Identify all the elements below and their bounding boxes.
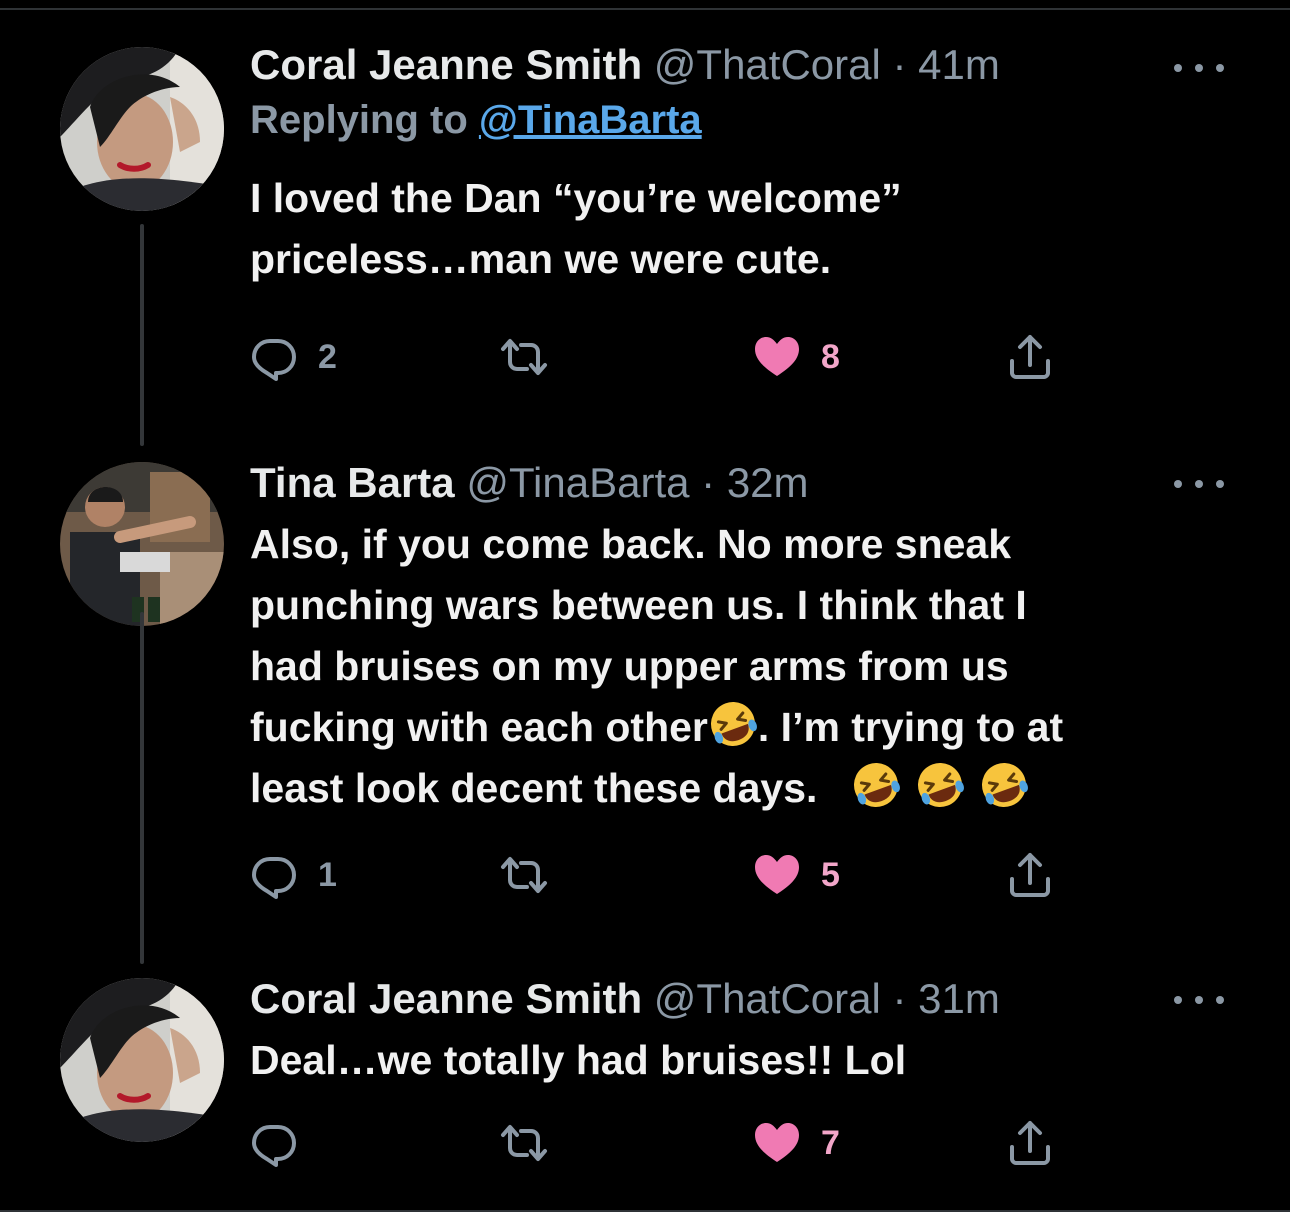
reply-button[interactable]: 1 — [250, 850, 337, 900]
replying-to: Replying to @TinaBarta — [250, 94, 1240, 146]
tweet-actions: 7 — [250, 1118, 1070, 1168]
timestamp[interactable]: 41m — [918, 41, 1000, 88]
tweet-actions: 2 8 — [250, 332, 1070, 382]
heart-icon — [753, 851, 801, 899]
avatar[interactable] — [60, 462, 224, 626]
like-button[interactable]: 7 — [753, 1118, 840, 1168]
user-handle[interactable]: @ThatCoral — [654, 41, 881, 88]
tweet-text-line: I loved the Dan “you’re welcome” — [250, 175, 902, 221]
mention-link[interactable]: @TinaBarta — [479, 98, 702, 142]
rolling-on-floor-laughing-emoji — [851, 760, 901, 810]
tweet-text-segment: least look decent these days. — [250, 765, 818, 811]
share-icon — [1006, 1119, 1054, 1167]
share-button[interactable] — [1006, 850, 1054, 900]
tweet-text: Deal…we totally had bruises!! Lol — [250, 1030, 1240, 1091]
share-button[interactable] — [1006, 332, 1054, 382]
tweet-header: Coral Jeanne Smith @ThatCoral · 41m — [250, 40, 1240, 90]
retweet-button[interactable] — [500, 332, 568, 382]
display-name[interactable]: Tina Barta — [250, 459, 455, 506]
tweet-text-line: Deal…we totally had bruises!! Lol — [250, 1037, 907, 1083]
display-name[interactable]: Coral Jeanne Smith — [250, 975, 642, 1022]
tweet-text-line: had bruises on my upper arms from us — [250, 643, 1009, 689]
reply-button[interactable] — [250, 1118, 318, 1168]
display-name[interactable]: Coral Jeanne Smith — [250, 41, 642, 88]
rolling-on-floor-laughing-emoji — [915, 760, 965, 810]
avatar[interactable] — [60, 47, 224, 211]
tweet-text-line: Also, if you come back. No more sneak — [250, 521, 1012, 567]
avatar[interactable] — [60, 978, 224, 1142]
avatar-image — [60, 978, 224, 1142]
like-button[interactable]: 5 — [753, 850, 840, 900]
separator: · — [892, 975, 907, 1022]
retweet-icon — [500, 851, 548, 899]
like-count: 7 — [821, 1123, 840, 1162]
user-handle[interactable]: @TinaBarta — [466, 459, 689, 506]
rolling-on-floor-laughing-emoji — [979, 760, 1029, 810]
retweet-button[interactable] — [500, 850, 568, 900]
timestamp[interactable]: 32m — [727, 459, 809, 506]
tweet-3[interactable]: Coral Jeanne Smith @ThatCoral · 31m Deal… — [0, 970, 1290, 1210]
thread-line — [140, 224, 144, 446]
like-count: 8 — [821, 337, 840, 376]
tweet-2[interactable]: Tina Barta @TinaBarta · 32m Also, if you… — [0, 450, 1290, 970]
share-button[interactable] — [1006, 1118, 1054, 1168]
tweet-text-line: priceless…man we were cute. — [250, 236, 832, 282]
heart-icon — [753, 1119, 801, 1167]
rolling-on-floor-laughing-emoji — [708, 699, 758, 749]
separator: · — [701, 459, 716, 506]
tweet-text: I loved the Dan “you’re welcome” pricele… — [250, 168, 1240, 290]
tweet-header: Tina Barta @TinaBarta · 32m — [250, 458, 1240, 508]
retweet-icon — [500, 333, 548, 381]
more-icon[interactable] — [1174, 474, 1224, 494]
tweet-text-segment: fucking with each other — [250, 704, 708, 750]
avatar-image — [60, 47, 224, 211]
tweet-1[interactable]: Coral Jeanne Smith @ThatCoral · 41m Repl… — [0, 0, 1290, 450]
share-icon — [1006, 851, 1054, 899]
reply-count: 1 — [318, 855, 337, 894]
avatar-image — [60, 462, 224, 626]
reply-button[interactable]: 2 — [250, 332, 337, 382]
reply-icon — [250, 1119, 298, 1167]
like-count: 5 — [821, 855, 840, 894]
tweet-text-line: punching wars between us. I think that I — [250, 582, 1027, 628]
tweet-text: Also, if you come back. No more sneak pu… — [250, 514, 1240, 819]
replying-prefix: Replying to — [250, 98, 479, 142]
timestamp[interactable]: 31m — [918, 975, 1000, 1022]
user-handle[interactable]: @ThatCoral — [654, 975, 881, 1022]
share-icon — [1006, 333, 1054, 381]
like-button[interactable]: 8 — [753, 332, 840, 382]
retweet-button[interactable] — [500, 1118, 568, 1168]
more-icon[interactable] — [1174, 58, 1224, 78]
tweet-text-line: least look decent these days. — [250, 758, 1240, 819]
reply-icon — [250, 851, 298, 899]
tweet-text-segment: . I’m trying to at — [757, 704, 1064, 750]
tweet-header: Coral Jeanne Smith @ThatCoral · 31m — [250, 974, 1240, 1024]
tweet-actions: 1 5 — [250, 850, 1070, 900]
reply-count: 2 — [318, 337, 337, 376]
more-icon[interactable] — [1174, 990, 1224, 1010]
retweet-icon — [500, 1119, 548, 1167]
tweet-text-line: fucking with each other . I’m trying to a… — [250, 697, 1240, 758]
reply-icon — [250, 333, 298, 381]
thread-line — [140, 612, 144, 964]
heart-icon — [753, 333, 801, 381]
separator: · — [892, 41, 907, 88]
